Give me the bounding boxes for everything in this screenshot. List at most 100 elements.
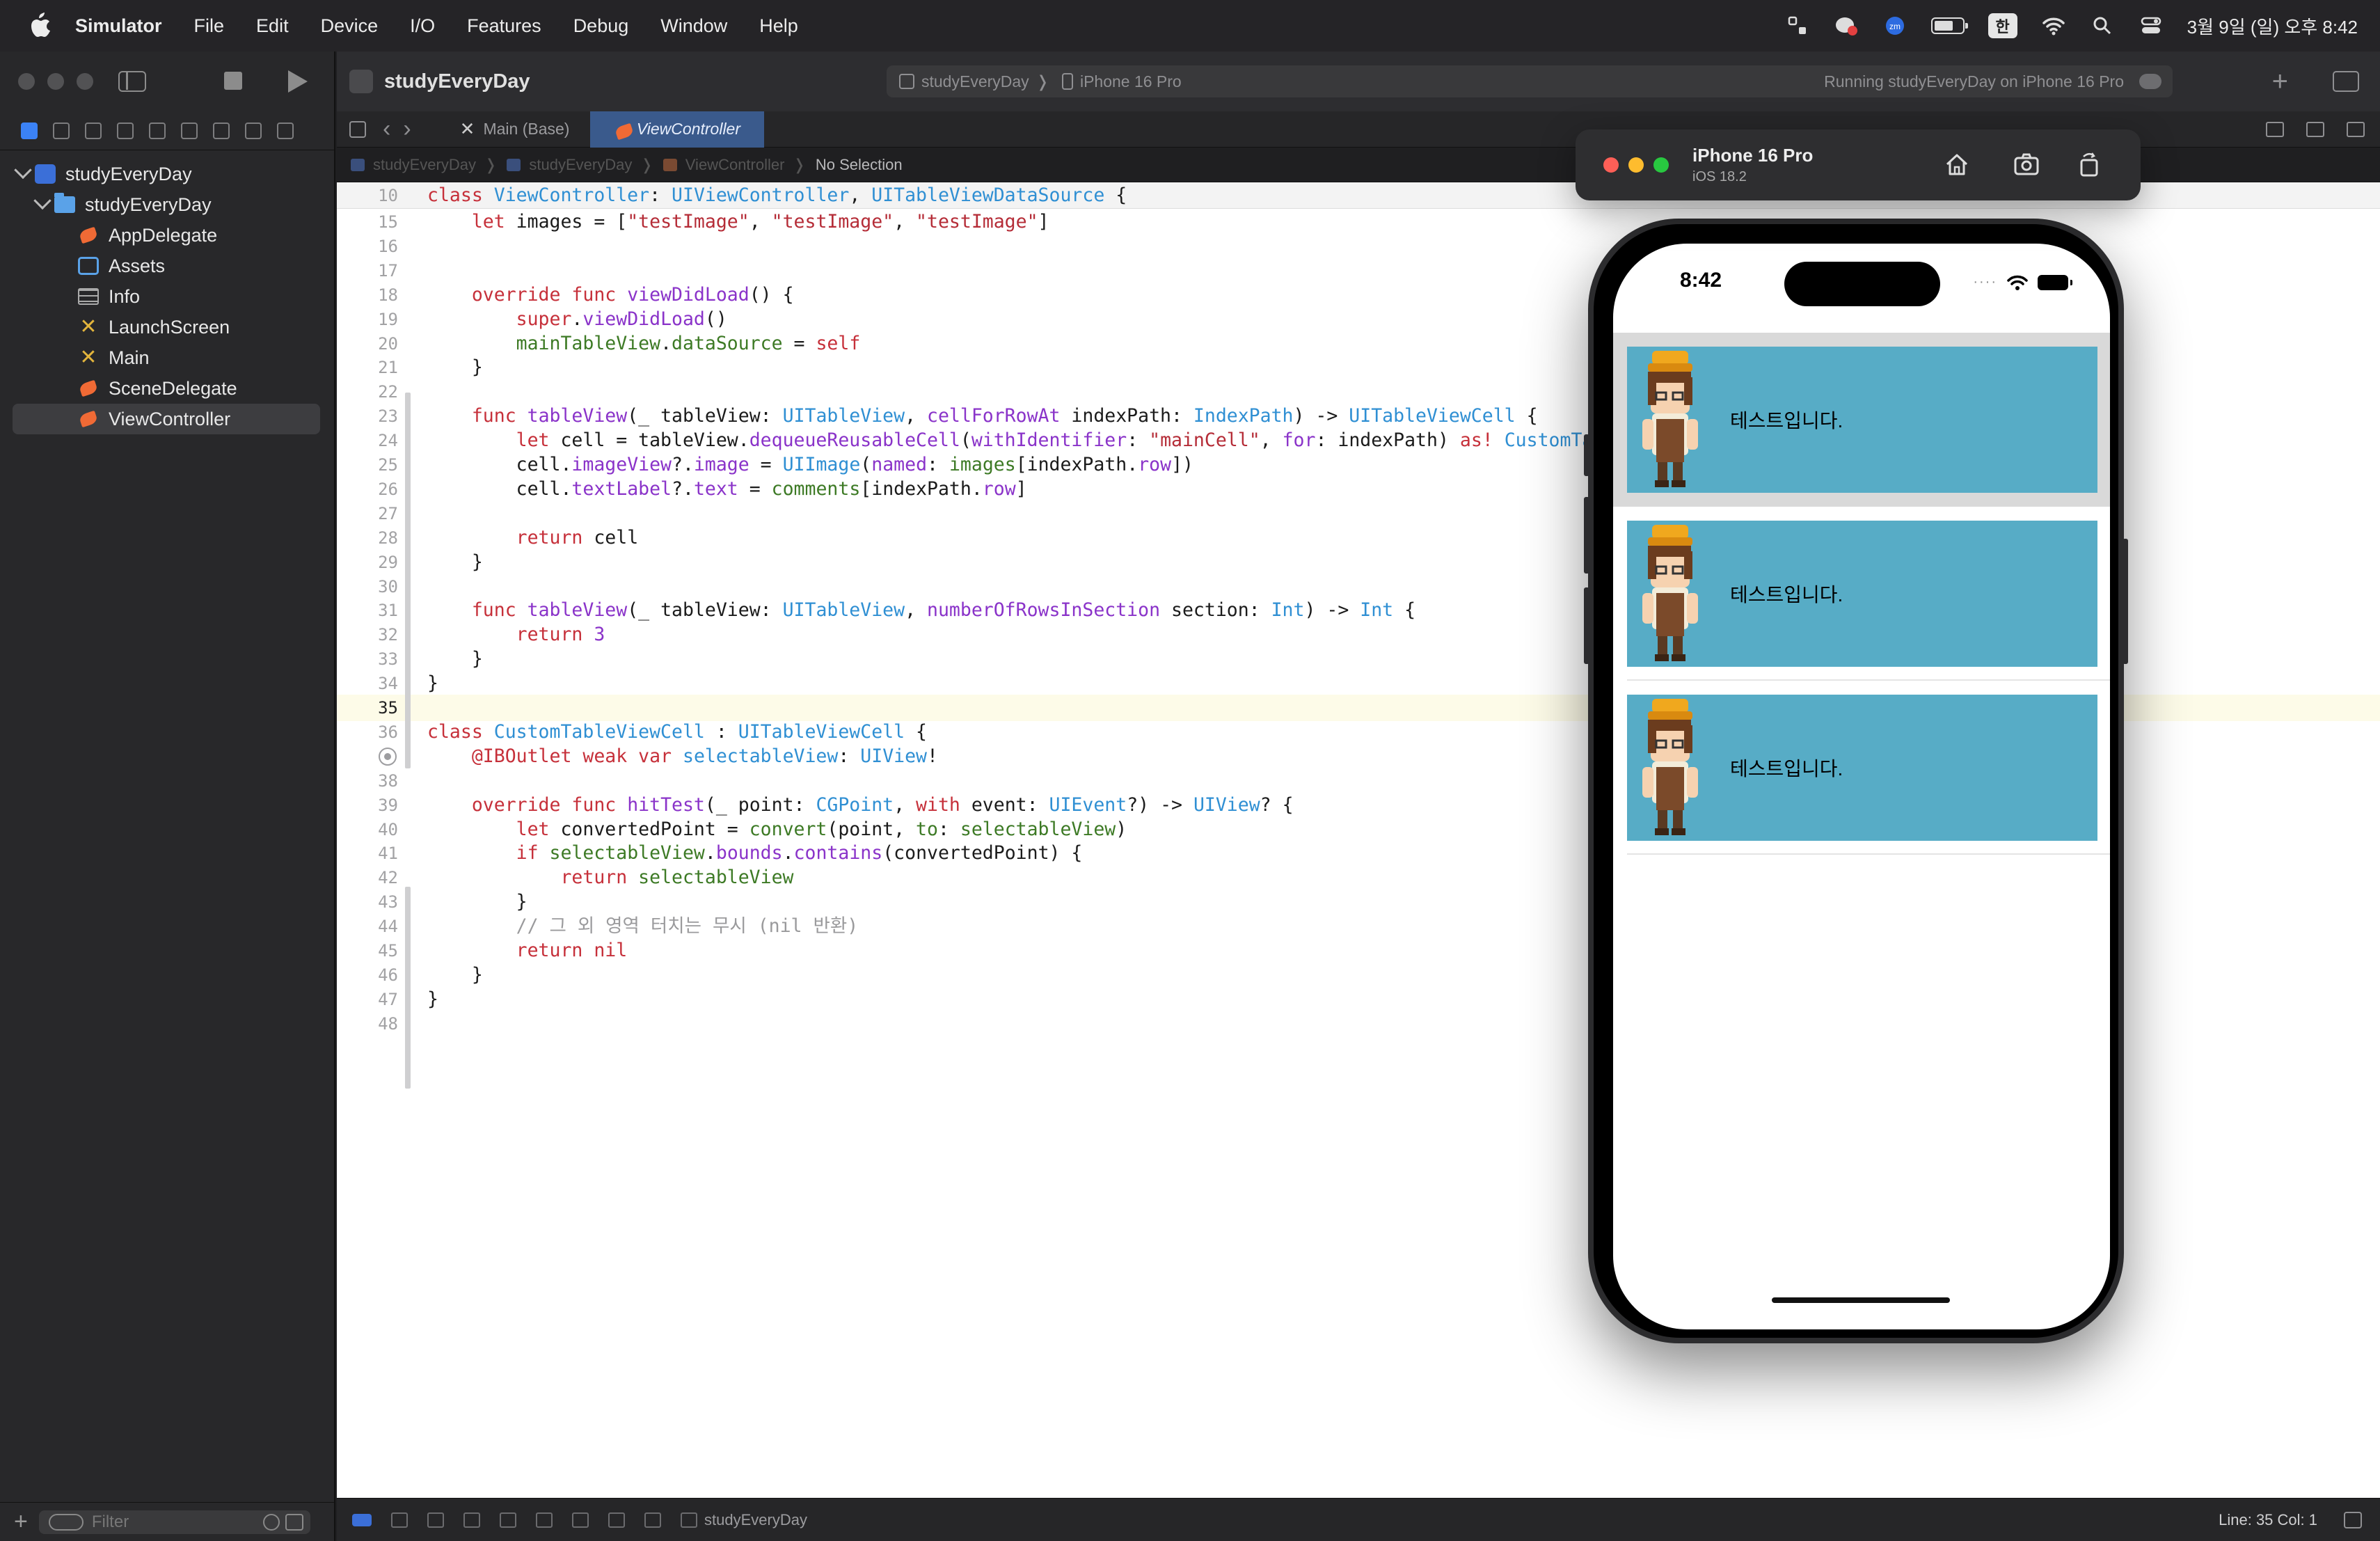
line-number[interactable]: 44 bbox=[337, 913, 398, 940]
add-file-icon[interactable]: + bbox=[14, 1508, 28, 1535]
source-control-icon[interactable] bbox=[53, 122, 70, 139]
scheme-selector[interactable]: studyEveryDay ❭ bbox=[899, 72, 1049, 91]
source-control-filter-icon[interactable] bbox=[285, 1513, 303, 1531]
activity-view[interactable]: studyEveryDay ❭ iPhone 16 Pro Running stu… bbox=[887, 65, 2173, 97]
line-number[interactable]: 17 bbox=[337, 258, 398, 284]
line-number[interactable]: 21 bbox=[337, 354, 398, 381]
sim-minimize-button[interactable] bbox=[1628, 157, 1644, 173]
simulator-titlebar[interactable]: iPhone 16 Pro iOS 18.2 bbox=[1576, 129, 2141, 200]
line-number[interactable]: 46 bbox=[337, 962, 398, 988]
debug-icon[interactable] bbox=[213, 122, 230, 139]
line-number[interactable]: 36 bbox=[337, 719, 398, 745]
related-items-icon[interactable] bbox=[349, 120, 366, 138]
wifi-icon[interactable] bbox=[2041, 15, 2066, 37]
memory-graph-icon[interactable] bbox=[572, 1512, 589, 1528]
forward-arrow-icon[interactable]: › bbox=[403, 116, 411, 143]
location-icon[interactable] bbox=[644, 1512, 661, 1528]
line-number[interactable]: 23 bbox=[337, 403, 398, 429]
line-number[interactable]: 19 bbox=[337, 306, 398, 333]
debug-area-toggle-icon[interactable] bbox=[352, 1513, 372, 1526]
window-minimize-button[interactable] bbox=[47, 73, 64, 90]
input-source-badge[interactable]: 한 bbox=[1988, 13, 2017, 38]
step-over-icon[interactable] bbox=[427, 1512, 444, 1528]
search-icon[interactable] bbox=[2090, 15, 2115, 37]
tree-file-info[interactable]: Info bbox=[0, 281, 334, 312]
line-number[interactable]: 42 bbox=[337, 864, 398, 891]
tree-file-viewcontroller[interactable]: ViewController bbox=[13, 404, 320, 434]
disclosure-chevron-icon[interactable] bbox=[14, 161, 32, 180]
line-number[interactable]: 39 bbox=[337, 792, 398, 819]
line-number[interactable]: 32 bbox=[337, 622, 398, 648]
menu-features[interactable]: Features bbox=[467, 15, 541, 37]
battery-icon[interactable] bbox=[1930, 17, 1968, 34]
line-number[interactable]: 28 bbox=[337, 525, 398, 551]
test-icon[interactable] bbox=[181, 122, 198, 139]
breakpoint-navigator-icon[interactable] bbox=[245, 122, 262, 139]
line-number[interactable]: 43 bbox=[337, 889, 398, 915]
disclosure-chevron-icon[interactable] bbox=[33, 191, 51, 210]
line-number[interactable]: 40 bbox=[337, 816, 398, 843]
menu-window[interactable]: Window bbox=[660, 15, 727, 37]
environment-icon[interactable] bbox=[608, 1512, 625, 1528]
line-number[interactable]: 15 bbox=[337, 209, 398, 235]
menubar-clock[interactable]: 3월 9일 (일) 오후 8:42 bbox=[2187, 13, 2358, 39]
menu-file[interactable]: File bbox=[194, 15, 225, 37]
iphone-screen[interactable]: 8:42 ···· 테스트입니다. 테스트입니다. 테스트입니다. bbox=[1613, 244, 2110, 1329]
tree-file-assets[interactable]: Assets bbox=[0, 251, 334, 281]
outlet-connection-icon[interactable] bbox=[379, 747, 397, 766]
line-number[interactable]: 24 bbox=[337, 427, 398, 454]
sim-close-button[interactable] bbox=[1603, 157, 1619, 173]
tree-file-launchscreen[interactable]: ✕ LaunchScreen bbox=[0, 312, 334, 342]
report-icon[interactable] bbox=[277, 122, 294, 139]
line-number[interactable]: 35 bbox=[337, 695, 398, 721]
run-icon[interactable] bbox=[288, 70, 308, 93]
tree-file-appdelegate[interactable]: AppDelegate bbox=[0, 220, 334, 251]
menu-edit[interactable]: Edit bbox=[256, 15, 289, 37]
home-indicator[interactable] bbox=[1772, 1297, 1950, 1303]
main-table-view[interactable]: 테스트입니다. 테스트입니다. 테스트입니다. bbox=[1613, 333, 2110, 855]
editor-options-icon[interactable] bbox=[2306, 121, 2324, 137]
jump-crumb-project[interactable]: studyEveryDay ❭ bbox=[351, 156, 497, 174]
menu-app-name[interactable]: Simulator bbox=[75, 15, 162, 37]
window-close-button[interactable] bbox=[18, 73, 35, 90]
table-cell[interactable]: 테스트입니다. bbox=[1613, 507, 2110, 681]
pause-icon[interactable] bbox=[391, 1512, 408, 1528]
filter-field[interactable]: Filter bbox=[38, 1510, 310, 1534]
volume-down-button[interactable] bbox=[1584, 587, 1589, 664]
line-number[interactable]: 38 bbox=[337, 768, 398, 794]
step-into-icon[interactable] bbox=[463, 1512, 480, 1528]
menu-help[interactable]: Help bbox=[759, 15, 798, 37]
line-number[interactable]: 16 bbox=[337, 233, 398, 260]
library-add-icon[interactable]: + bbox=[2272, 66, 2288, 97]
back-arrow-icon[interactable]: ‹ bbox=[383, 116, 390, 143]
step-out-icon[interactable] bbox=[500, 1512, 516, 1528]
zoom-icon[interactable]: zm bbox=[1882, 15, 1907, 37]
menu-device[interactable]: Device bbox=[321, 15, 379, 37]
view-debugger-icon[interactable] bbox=[536, 1512, 553, 1528]
line-number[interactable]: 30 bbox=[337, 574, 398, 600]
tree-group-row[interactable]: studyEveryDay bbox=[0, 189, 334, 220]
panel-toggle-icon[interactable] bbox=[2344, 1511, 2362, 1528]
screenshot-icon[interactable] bbox=[2013, 150, 2040, 178]
line-number[interactable]: 48 bbox=[337, 1011, 398, 1037]
tree-file-main[interactable]: ✕ Main bbox=[0, 342, 334, 373]
table-cell[interactable]: 테스트입니다. bbox=[1613, 681, 2110, 855]
tree-project-row[interactable]: studyEveryDay bbox=[0, 159, 334, 189]
jump-crumb-selection[interactable]: No Selection bbox=[816, 156, 903, 174]
line-number[interactable]: 25 bbox=[337, 452, 398, 478]
line-number[interactable]: 33 bbox=[337, 646, 398, 672]
tab-viewcontroller[interactable]: ViewController bbox=[590, 111, 765, 148]
tree-file-scenedelegate[interactable]: SceneDelegate bbox=[0, 373, 334, 404]
jump-crumb-file[interactable]: ViewController ❭ bbox=[663, 156, 806, 174]
window-zoom-button[interactable] bbox=[77, 73, 93, 90]
action-button[interactable] bbox=[1584, 434, 1589, 476]
line-number[interactable]: 34 bbox=[337, 670, 398, 697]
recent-files-icon[interactable] bbox=[262, 1513, 280, 1531]
sidebar-toggle-icon[interactable] bbox=[118, 71, 146, 92]
refresh-icon[interactable] bbox=[2266, 121, 2284, 137]
bookmark-icon[interactable] bbox=[85, 122, 102, 139]
line-number[interactable]: 31 bbox=[337, 597, 398, 624]
menu-debug[interactable]: Debug bbox=[573, 15, 629, 37]
line-number[interactable]: 18 bbox=[337, 282, 398, 308]
line-number[interactable]: 20 bbox=[337, 331, 398, 357]
